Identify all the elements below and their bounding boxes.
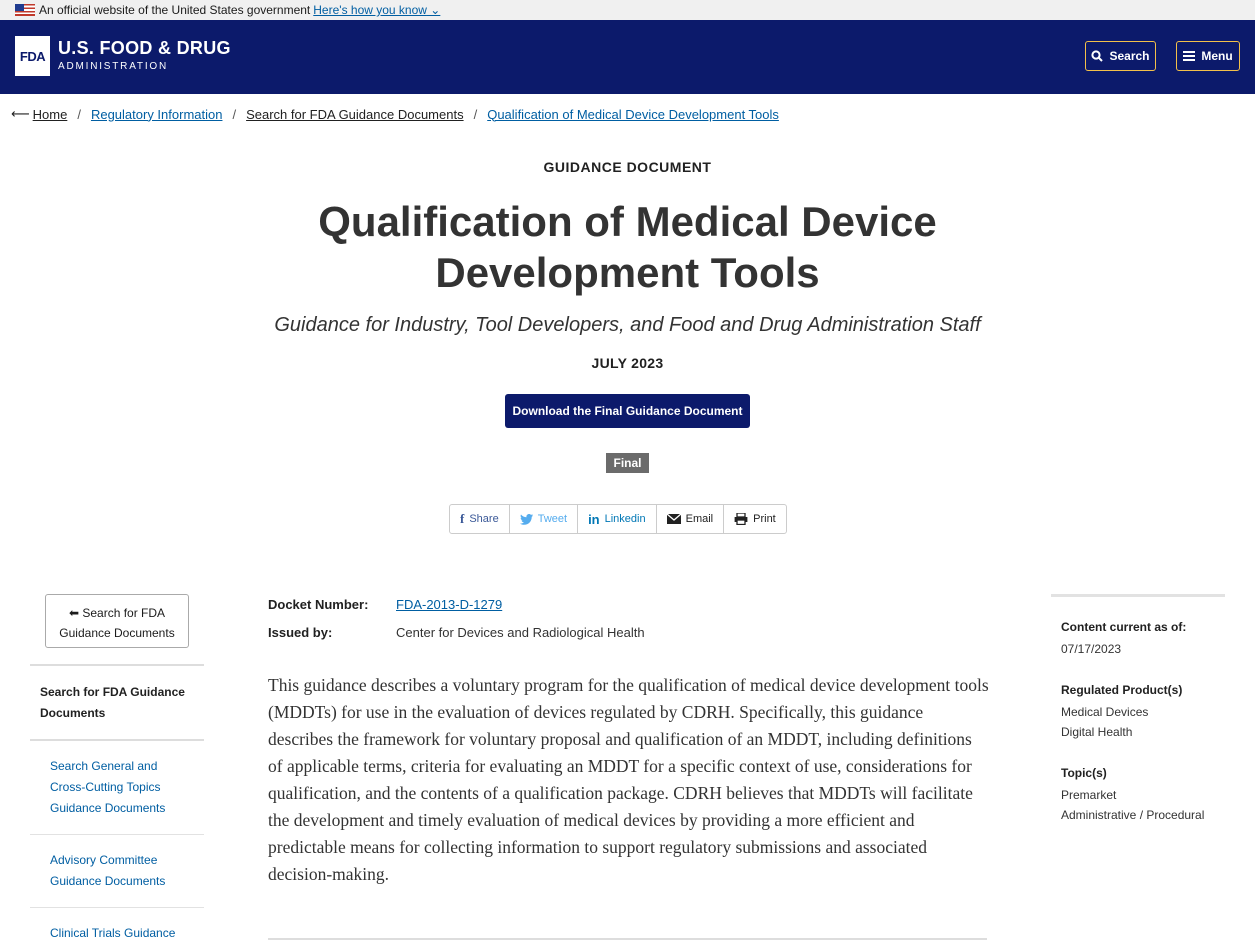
content-current-date: 07/17/2023 xyxy=(1061,642,1122,656)
download-guidance-button[interactable]: Download the Final Guidance Document xyxy=(505,394,750,428)
regulated-products-list: Medical Devices Digital Health xyxy=(1061,705,1149,739)
topics-label: Topic(s) xyxy=(1061,766,1107,780)
search-button[interactable]: Search xyxy=(1085,41,1156,71)
site-title[interactable]: U.S. FOOD & DRUG xyxy=(58,38,231,59)
facebook-icon: f xyxy=(460,511,465,526)
site-header: FDA U.S. FOOD & DRUG ADMINISTRATION Sear… xyxy=(0,20,1255,94)
circle-arrow-left-icon: ⬅ xyxy=(68,606,79,620)
nav-divider xyxy=(30,907,204,908)
issued-by-value: Center for Devices and Radiological Heal… xyxy=(396,625,645,640)
nav-divider xyxy=(30,739,204,741)
guidance-summary: This guidance describes a voluntary prog… xyxy=(268,675,989,884)
fda-logo[interactable]: FDA xyxy=(15,36,50,76)
menu-button[interactable]: Menu xyxy=(1176,41,1240,71)
linkedin-icon: in xyxy=(588,511,600,527)
us-flag-icon xyxy=(15,4,35,16)
share-twitter-button[interactable]: Tweet xyxy=(510,505,579,533)
site-subtitle: ADMINISTRATION xyxy=(58,61,169,72)
back-arrow-icon: ⟵ xyxy=(11,106,30,121)
printer-icon xyxy=(734,513,748,525)
topics-list: Premarket Administrative / Procedural xyxy=(1061,788,1205,822)
share-email-button[interactable]: Email xyxy=(657,505,725,533)
docket-number-link[interactable]: FDA-2013-D-1279 xyxy=(396,597,502,612)
share-facebook-button[interactable]: f Share xyxy=(450,505,510,533)
regulated-products-label: Regulated Product(s) xyxy=(1061,683,1183,697)
twitter-icon xyxy=(519,513,533,525)
breadcrumb-home[interactable]: Home xyxy=(33,107,68,122)
share-linkedin-button[interactable]: in Linkedin xyxy=(578,505,657,533)
search-icon xyxy=(1091,50,1104,62)
page-subtitle: Guidance for Industry, Tool Developers, … xyxy=(274,314,981,336)
page-title: Qualification of Medical Device Developm… xyxy=(318,198,937,296)
gov-banner-text: An official website of the United States… xyxy=(39,3,311,17)
breadcrumb-search-guidance[interactable]: Search for FDA Guidance Documents xyxy=(246,107,464,122)
sidebar-divider xyxy=(1051,594,1225,597)
envelope-icon xyxy=(666,514,681,524)
hamburger-icon xyxy=(1183,51,1196,61)
docket-number-label: Docket Number: xyxy=(268,597,369,612)
breadcrumb-current[interactable]: Qualification of Medical Device Developm… xyxy=(487,107,779,122)
nav-divider xyxy=(30,834,204,835)
sidebar-heading[interactable]: Search for FDA Guidance Documents xyxy=(40,682,200,724)
heres-how-you-know-link[interactable]: Here's how you know ⌄ xyxy=(313,3,440,17)
print-button[interactable]: Print xyxy=(724,505,786,533)
document-date: JULY 2023 xyxy=(591,355,664,371)
breadcrumb-regulatory-information[interactable]: Regulatory Information xyxy=(91,107,223,122)
nav-divider xyxy=(30,664,204,666)
sidebar-item-clinical-trials[interactable]: Clinical Trials Guidance xyxy=(50,923,200,940)
breadcrumb: ⟵ Home / Regulatory Information / Search… xyxy=(11,106,779,122)
document-type: GUIDANCE DOCUMENT xyxy=(543,159,712,175)
issued-by-label: Issued by: xyxy=(268,625,333,640)
search-guidance-back-button[interactable]: ⬅ Search for FDA Guidance Documents xyxy=(45,594,189,648)
sidebar-item-general-cross-cutting[interactable]: Search General and Cross-Cutting Topics … xyxy=(50,756,200,819)
share-bar: f Share Tweet in Linkedin Email Print xyxy=(449,504,787,534)
status-badge: Final xyxy=(606,453,649,473)
sidebar-item-advisory-committee[interactable]: Advisory Committee Guidance Documents xyxy=(50,850,200,892)
gov-banner: An official website of the United States… xyxy=(0,0,1255,20)
content-current-label: Content current as of: xyxy=(1061,620,1187,634)
